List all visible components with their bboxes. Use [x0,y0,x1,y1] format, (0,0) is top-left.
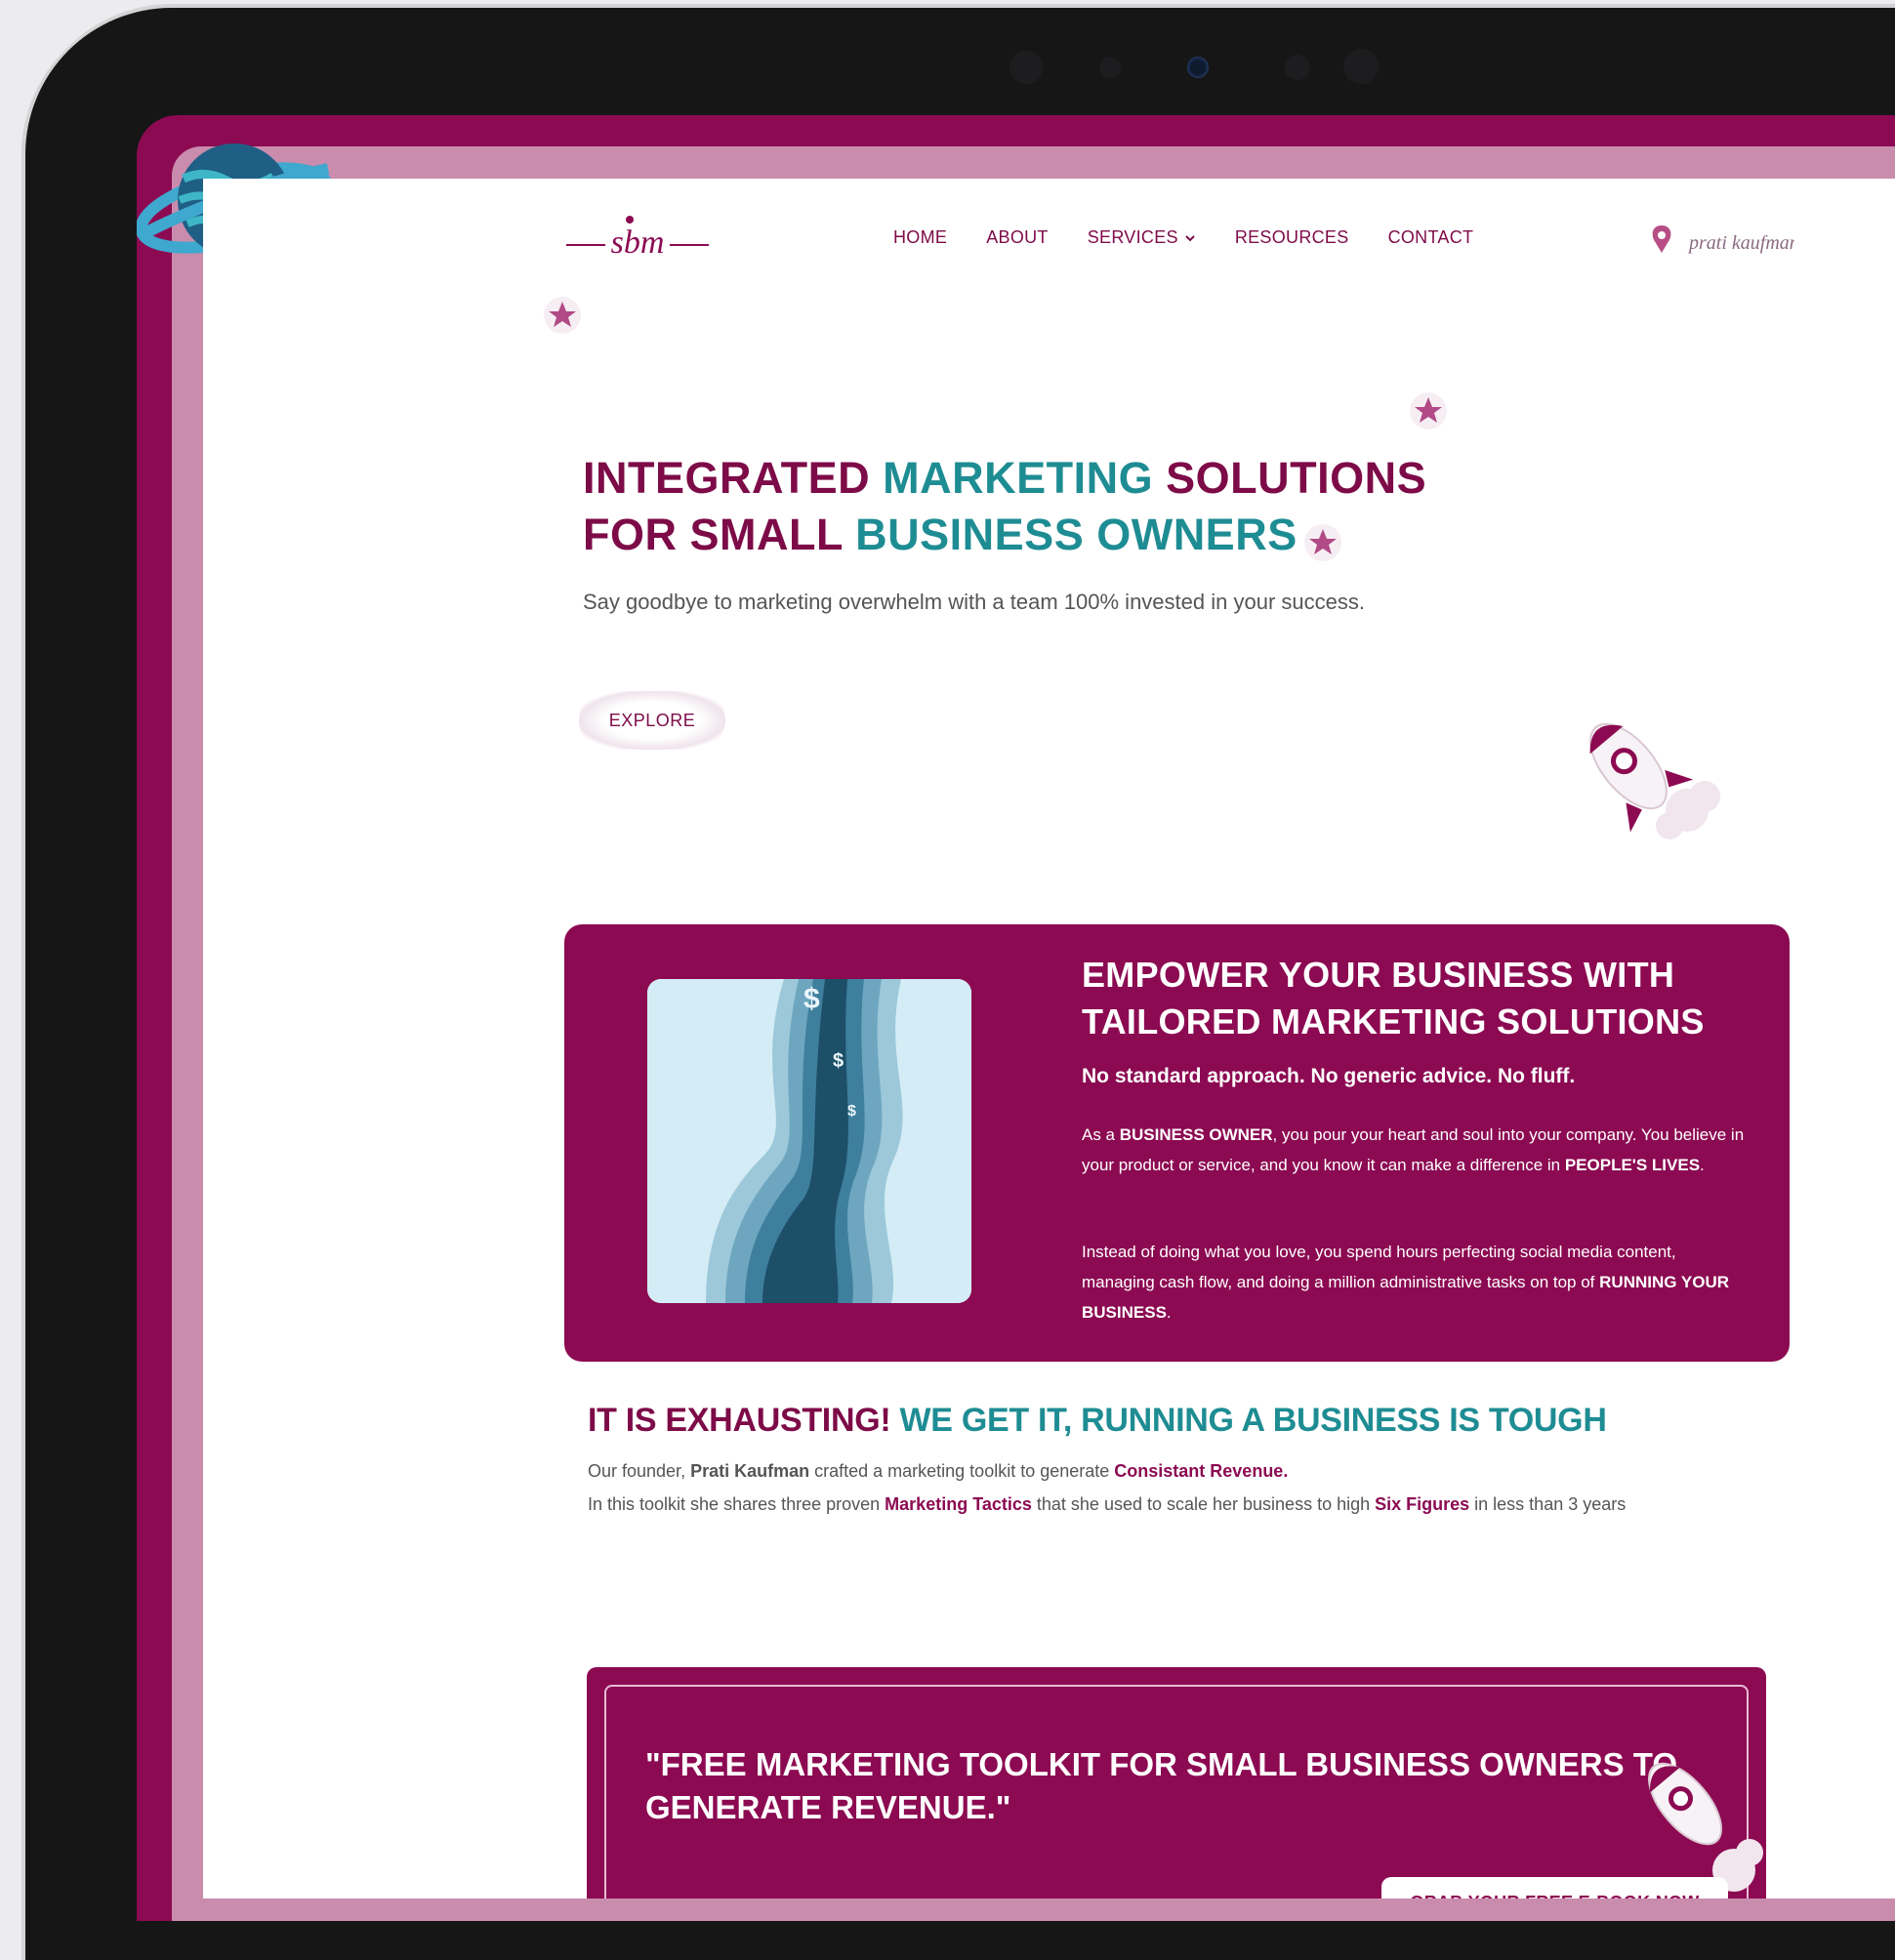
main-nav: HOME ABOUT SERVICES RESOURCES CONTACT [893,227,1512,248]
rocket-icon [1647,1762,1763,1892]
nav-services[interactable]: SERVICES [1088,227,1196,248]
empower-lead: No standard approach. No generic advice.… [1082,1065,1576,1087]
head-illustration: $ $ $ [647,979,971,1303]
hero-subtitle: Say goodbye to marketing overwhelm with … [583,590,1365,614]
star-icon [544,297,581,334]
explore-button[interactable]: EXPLORE [579,691,725,750]
hero-title: INTEGRATED MARKETING SOLUTIONS FOR SMALL… [583,453,1427,559]
nav-home[interactable]: HOME [893,227,947,248]
svg-text:$: $ [833,1050,844,1072]
empower-title: EMPOWER YOUR BUSINESS WITH TAILORED MARK… [1082,955,1705,1041]
empower-section: $ $ $ EMPOWER YOUR BUSINESS WITH TAILORE… [564,924,1790,1362]
svg-text:sbm: sbm [611,225,665,261]
exhausting-text: Our founder, Prati Kaufman crafted a mar… [588,1461,1627,1514]
map-pin-icon [1652,225,1671,253]
empower-paragraph-1: As a BUSINESS OWNER, you pour your heart… [1082,1125,1745,1174]
toolkit-title: "FREE MARKETING TOOLKIT FOR SMALL BUSINE… [645,1746,1678,1825]
nav-services-label: SERVICES [1087,227,1178,247]
founder-signature: prati kaufman [1652,225,1794,254]
svg-text:$: $ [803,983,820,1015]
svg-text:prati kaufman: prati kaufman [1687,232,1794,254]
nav-contact[interactable]: CONTACT [1388,227,1474,248]
nav-about[interactable]: ABOUT [986,227,1049,248]
toolkit-section: "FREE MARKETING TOOLKIT FOR SMALL BUSINE… [587,1667,1766,1899]
svg-text:$: $ [847,1103,856,1120]
site-logo[interactable]: sbm [564,210,711,268]
camera-icon [1187,57,1209,78]
chevron-down-icon [1185,234,1195,241]
rocket-icon [1589,722,1720,839]
grab-ebook-button[interactable]: GRAB YOUR FREE E-BOOK NOW [1381,1877,1728,1899]
star-icon [1410,392,1447,429]
nav-resources[interactable]: RESOURCES [1235,227,1349,248]
website-page: sbm HOME ABOUT SERVICES RESOURCES CONTAC… [203,179,1895,1899]
camera-strip [1002,43,1412,92]
exhausting-title: IT IS EXHAUSTING! WE GET IT, RUNNING A B… [588,1402,1607,1439]
empower-paragraph-2: Instead of doing what you love, you spen… [1082,1243,1730,1322]
